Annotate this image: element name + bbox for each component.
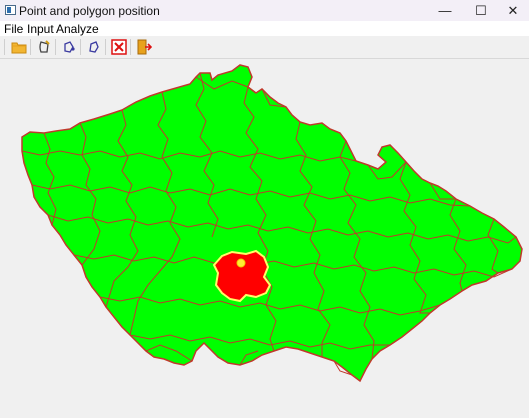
app-icon <box>5 5 16 15</box>
point-icon <box>63 41 75 53</box>
menu-bar: File Input Analyze <box>0 21 529 36</box>
map-canvas[interactable] <box>0 59 529 418</box>
title-bar: Point and polygon position — ☐ ✕ <box>0 0 529 22</box>
toolbar-separator <box>130 39 131 55</box>
open-folder-icon <box>11 42 26 54</box>
exit-button[interactable] <box>134 38 153 56</box>
menu-input[interactable]: Input <box>27 22 54 36</box>
minimize-button[interactable]: — <box>428 0 462 21</box>
clear-icon <box>110 39 127 55</box>
polygon-icon <box>88 41 99 53</box>
pen-polygon-icon <box>38 40 50 53</box>
map-svg <box>21 64 523 383</box>
toolbar-separator <box>30 39 31 55</box>
toolbar-separator <box>80 39 81 55</box>
exit-icon <box>137 39 152 55</box>
draw-polygon-button[interactable] <box>34 38 53 56</box>
toolbar-separator <box>55 39 56 55</box>
selected-district <box>212 249 272 303</box>
query-point <box>236 258 246 268</box>
clear-button[interactable] <box>109 38 128 56</box>
close-button[interactable]: ✕ <box>496 0 529 21</box>
toolbar-separator <box>4 39 5 55</box>
maximize-button[interactable]: ☐ <box>464 0 498 21</box>
menu-file[interactable]: File <box>4 22 23 36</box>
open-button[interactable] <box>9 38 28 56</box>
window-title: Point and polygon position <box>19 4 160 18</box>
toolbar <box>0 36 529 59</box>
polygon-button[interactable] <box>84 38 103 56</box>
toolbar-separator <box>105 39 106 55</box>
draw-point-button[interactable] <box>59 38 78 56</box>
menu-analyze[interactable]: Analyze <box>56 22 99 36</box>
